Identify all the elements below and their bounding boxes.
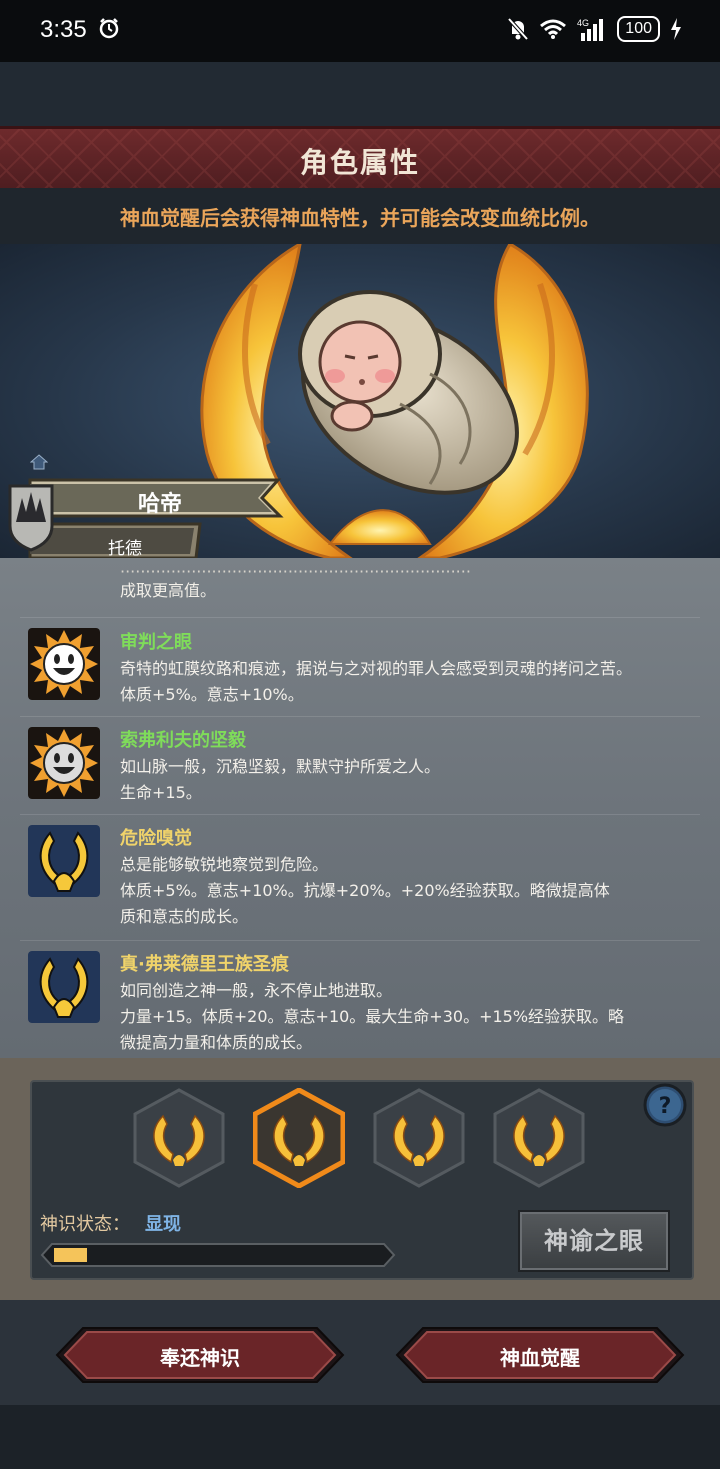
signal-icon: 4G [577,18,604,41]
divider [20,814,700,815]
mute-icon [507,17,529,41]
trait-description: 奇特的虹膜纹路和痕迹，据说与之对视的罪人会感受到灵魂的拷问之苦。 体质+5%。意… [120,659,633,704]
divine-slot-2-selected[interactable] [253,1088,345,1188]
page-title: 角色属性 [299,146,420,179]
battery-indicator: 100 [617,16,660,42]
return-divine-button[interactable]: 奉还神识 [55,1326,345,1384]
wifi-icon [540,19,567,39]
smiley-face-icon [28,628,100,700]
title-bar: 角色属性 [0,126,720,191]
page-subtitle: 神血觉醒后会获得神血特性，并可能会改变血统比例。 [120,206,600,230]
divine-slot-1[interactable] [133,1088,225,1188]
svg-text:4G: 4G [577,18,589,28]
home-icon[interactable] [30,454,48,470]
status-time: 3:35 [40,16,87,43]
alarm-icon [99,18,119,39]
trait-description: 如山脉一般，沉稳坚毅，默默守护所爱之人。 生命+15。 [120,757,441,802]
trait-partial-text: ········································… [120,566,471,600]
return-divine-label: 奉还神识 [160,1346,240,1370]
subtitle-bar: 神血觉醒后会获得神血特性，并可能会改变血统比例。 [0,188,720,244]
trait-title: 真·弗莱德里王族圣痕 [120,954,289,975]
divider [20,617,700,618]
footer-bottom [0,1405,720,1469]
divine-status-value: 显现 [145,1214,181,1235]
family-crest-icon [8,484,54,552]
charging-icon [671,18,681,40]
trait-title: 审判之眼 [120,632,192,653]
divine-flame-icon [28,825,100,897]
divine-progress-fill [54,1248,87,1262]
divine-flame-icon [28,951,100,1023]
divine-slot-4[interactable] [493,1088,585,1188]
blood-awaken-label: 神血觉醒 [500,1346,580,1370]
divine-progress-bar [40,1243,396,1267]
trait-title: 索弗利夫的坚毅 [120,730,246,751]
divider [20,940,700,941]
trait-description: 如同创造之神一般，永不停止地进取。 力量+15。体质+20。意志+10。最大生命… [120,981,625,1052]
trait-title: 危险嗅觉 [120,828,192,849]
status-bar: 3:35 4G 100 [0,0,720,62]
top-band [0,62,720,126]
smiley-face-icon [28,727,100,799]
oracle-eye-button[interactable]: 神谕之眼 [518,1210,670,1272]
character-subname: 托德 [108,539,142,559]
divine-slot-3[interactable] [373,1088,465,1188]
help-icon: ? [659,1094,672,1119]
divine-status-label: 神识状态： [40,1214,130,1235]
character-name: 哈帝 [137,492,182,517]
trait-description: 总是能够敏锐地察觉到危险。 体质+5%。意志+10%。抗爆+20%。+20%经验… [120,855,610,926]
blood-awaken-button[interactable]: 神血觉醒 [395,1326,685,1384]
help-button[interactable]: ? [642,1082,688,1128]
divider [20,716,700,717]
